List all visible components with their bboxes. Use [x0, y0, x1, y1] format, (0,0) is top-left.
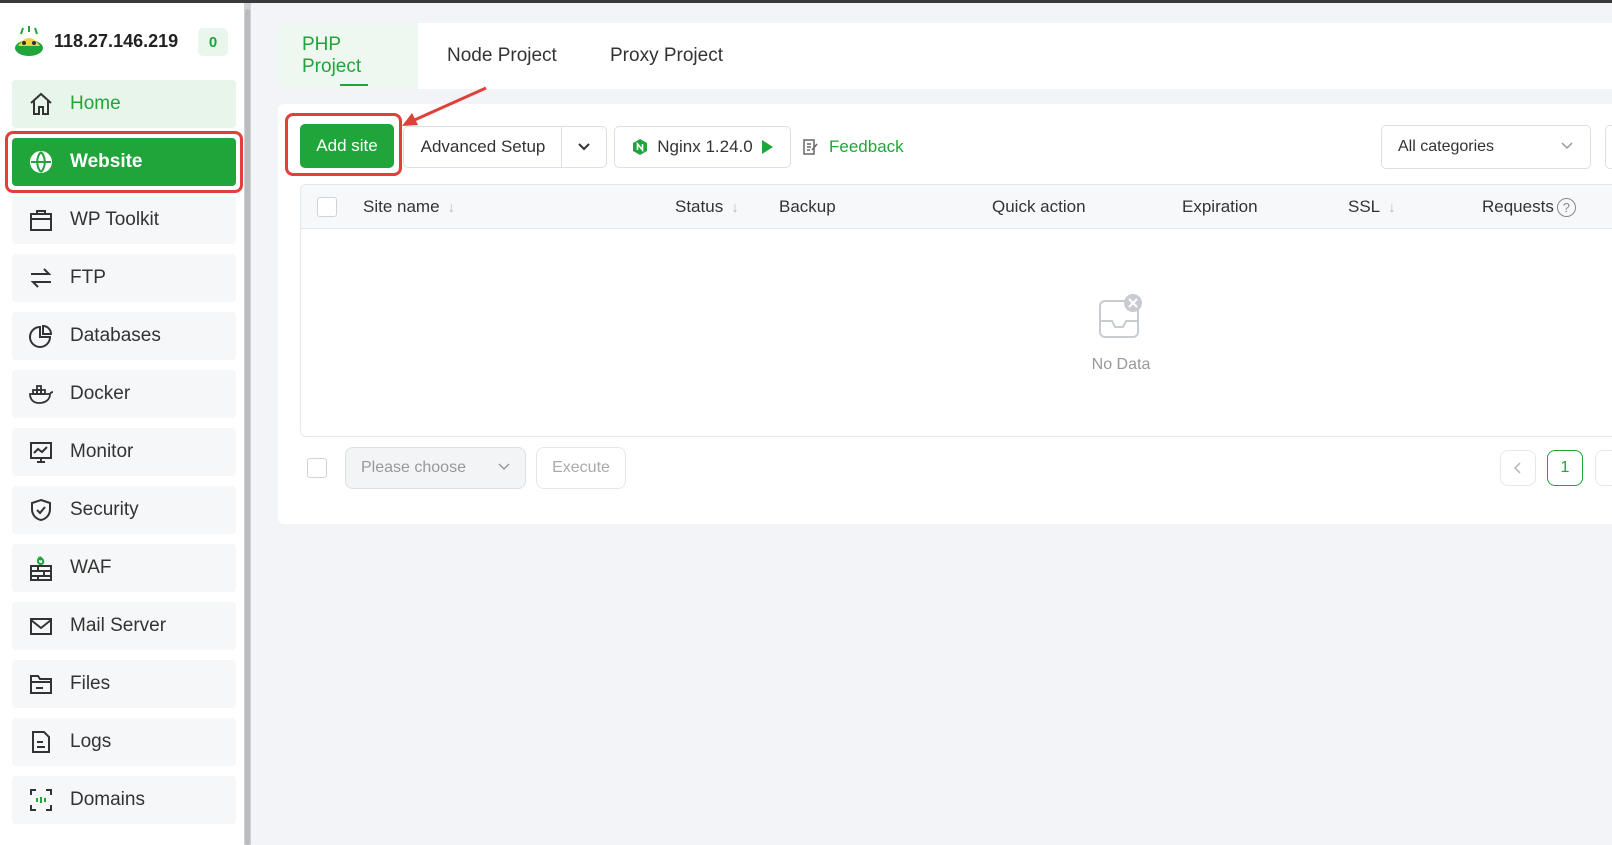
- sidebar-item-logs[interactable]: Logs: [12, 718, 236, 766]
- empty-state-label: No Data: [1091, 356, 1151, 373]
- previous-page-button[interactable]: [1500, 450, 1536, 486]
- folder-icon: [28, 671, 54, 697]
- column-status[interactable]: Status ↓: [675, 185, 739, 229]
- column-requests: Requests?: [1482, 185, 1576, 229]
- chevron-down-icon: [498, 463, 510, 471]
- sidebar-item-label: Files: [70, 673, 111, 694]
- sidebar-item-label: Domains: [70, 789, 145, 810]
- add-site-button[interactable]: Add site: [300, 124, 394, 168]
- website-highlight-annotation: [5, 131, 243, 193]
- sites-panel: Add site Advanced Setup Nginx 1.24.0 Fee…: [278, 104, 1612, 524]
- advanced-setup-dropdown[interactable]: [561, 126, 607, 168]
- help-icon[interactable]: ?: [1556, 197, 1576, 217]
- sidebar-item-home[interactable]: Home: [12, 80, 236, 128]
- nginx-version-label: Nginx 1.24.0: [657, 137, 753, 156]
- panel-logo-icon: [15, 26, 43, 56]
- column-label: Status: [675, 197, 724, 216]
- page-number-button[interactable]: 1: [1547, 450, 1583, 486]
- next-page-button[interactable]: [1595, 450, 1612, 486]
- tab-php-project[interactable]: PHP Project: [278, 23, 418, 89]
- sites-table: Site name ↓ Status ↓ Backup Quick action E…: [300, 184, 1612, 437]
- annotation-arrow: [402, 86, 487, 126]
- chevron-left-icon: [1513, 462, 1521, 474]
- server-header: 118.27.146.219 0: [12, 21, 236, 61]
- batch-select-checkbox[interactable]: [307, 458, 327, 478]
- sidebar-item-wp-toolkit[interactable]: WP Toolkit: [12, 196, 236, 244]
- column-quick-action: Quick action: [992, 197, 1086, 216]
- monitor-icon: [28, 439, 54, 465]
- empty-inbox-icon: [1099, 294, 1142, 338]
- domain-icon: [28, 787, 54, 813]
- sidebar-item-ftp[interactable]: FTP: [12, 254, 236, 302]
- sort-arrow-icon: ↓: [447, 198, 456, 216]
- alert-count-badge[interactable]: 0: [198, 28, 228, 56]
- home-icon: [28, 91, 54, 117]
- docker-icon: [28, 381, 54, 407]
- execute-button[interactable]: Execute: [536, 447, 626, 489]
- tab-proxy-project[interactable]: Proxy Project: [586, 23, 747, 89]
- sidebar-item-mail-server[interactable]: Mail Server: [12, 602, 236, 650]
- sidebar-item-databases[interactable]: Databases: [12, 312, 236, 360]
- sidebar-nav: Home Website WP Toolkit FTP Databases Do…: [12, 80, 236, 834]
- sidebar-item-label: Databases: [70, 325, 161, 346]
- sidebar-item-label: Docker: [70, 383, 131, 404]
- shield-icon: [28, 497, 54, 523]
- sidebar-item-docker[interactable]: Docker: [12, 370, 236, 418]
- column-label: Requests: [1482, 197, 1554, 216]
- transfer-icon: [28, 265, 54, 291]
- sidebar-item-waf[interactable]: WAF: [12, 544, 236, 592]
- sidebar-item-label: WP Toolkit: [70, 209, 160, 230]
- feedback-icon: [803, 139, 818, 155]
- column-expiration: Expiration: [1182, 197, 1258, 216]
- column-backup: Backup: [779, 197, 836, 216]
- search-input[interactable]: [1605, 125, 1612, 169]
- server-ip: 118.27.146.219: [54, 30, 179, 51]
- feedback-label: Feedback: [829, 137, 904, 156]
- empty-state: No Data: [1061, 293, 1181, 374]
- column-ssl[interactable]: SSL ↓: [1348, 185, 1396, 229]
- column-site-name[interactable]: Site name ↓: [363, 185, 455, 229]
- advanced-setup-button[interactable]: Advanced Setup: [403, 126, 562, 168]
- sidebar-item-security[interactable]: Security: [12, 486, 236, 534]
- sidebar-item-label: Mail Server: [70, 615, 167, 636]
- play-icon: [761, 140, 773, 154]
- sidebar-item-label: Logs: [70, 731, 112, 752]
- column-label: Site name: [363, 197, 440, 216]
- project-tabs: PHP Project Node Project Proxy Project: [278, 23, 1612, 89]
- select-all-checkbox[interactable]: [317, 197, 337, 217]
- sort-arrow-icon: ↓: [731, 198, 739, 216]
- tab-node-project[interactable]: Node Project: [423, 23, 581, 89]
- table-header: Site name ↓ Status ↓ Backup Quick action E…: [301, 185, 1612, 229]
- sidebar-scrollbar[interactable]: [244, 3, 251, 845]
- batch-action-select[interactable]: Please choose: [345, 447, 526, 489]
- sidebar-item-label: Home: [70, 93, 121, 114]
- sidebar-item-domains[interactable]: Domains: [12, 776, 236, 824]
- sidebar-item-label: Security: [70, 499, 139, 520]
- sidebar-item-label: Monitor: [70, 441, 134, 462]
- nginx-status-button[interactable]: Nginx 1.24.0: [614, 126, 791, 168]
- batch-action-placeholder: Please choose: [361, 459, 466, 476]
- mail-icon: [28, 613, 54, 639]
- column-label: SSL: [1348, 197, 1381, 216]
- sidebar-item-monitor[interactable]: Monitor: [12, 428, 236, 476]
- firewall-icon: [28, 555, 54, 581]
- toolkit-icon: [28, 207, 54, 233]
- scrollbar-thumb[interactable]: [245, 9, 250, 845]
- chevron-down-icon: [578, 143, 590, 151]
- sidebar-item-files[interactable]: Files: [12, 660, 236, 708]
- category-select-value: All categories: [1398, 138, 1495, 155]
- category-select[interactable]: All categories: [1381, 125, 1591, 169]
- log-icon: [28, 729, 54, 755]
- sidebar: 118.27.146.219 0 Home Website WP Toolkit…: [0, 3, 244, 845]
- nginx-icon: [633, 139, 648, 155]
- sidebar-item-label: WAF: [70, 557, 112, 578]
- sort-arrow-icon: ↓: [1388, 198, 1396, 216]
- database-icon: [28, 323, 54, 349]
- sidebar-item-label: FTP: [70, 267, 106, 288]
- chevron-down-icon: [1561, 142, 1573, 150]
- feedback-button[interactable]: Feedback: [801, 126, 904, 168]
